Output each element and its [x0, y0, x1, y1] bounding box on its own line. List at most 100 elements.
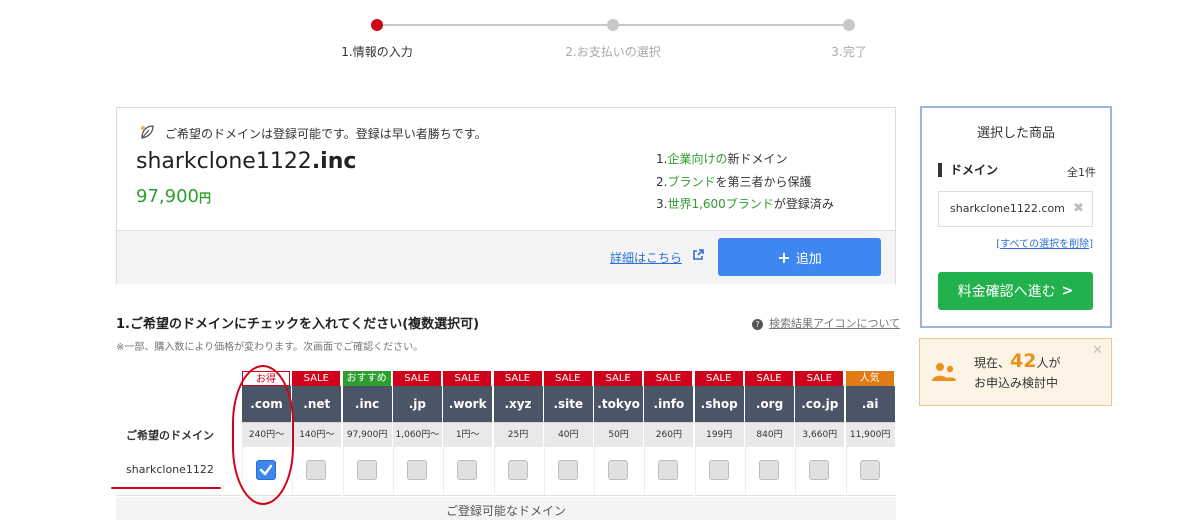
tld-price: 50円 — [594, 422, 644, 448]
feature-2: 2.ブランドを第三者から保護 — [656, 175, 812, 189]
tld-checkbox[interactable] — [708, 460, 729, 480]
availability-message: ご希望のドメインは登録可能です。登録は早い者勝ちです。 — [165, 127, 487, 141]
annotation-circle — [232, 365, 294, 505]
notice-text: お申込み検討中 — [974, 376, 1059, 390]
interest-notice: ✕ 現在、42人が お申込み検討中 — [919, 338, 1112, 406]
remove-item-icon[interactable]: ✖ — [1073, 201, 1084, 216]
tld-badge: SALE — [493, 371, 542, 386]
tld-checkbox[interactable] — [406, 460, 427, 480]
searched-domain: sharkclone1122.inc — [136, 149, 356, 174]
tld-badge: SALE — [392, 371, 441, 386]
tld-header: .net — [292, 386, 342, 422]
tld-badge: おすすめ — [342, 371, 391, 386]
tld-badge: SALE — [543, 371, 592, 386]
tld-header: .xyz — [493, 386, 543, 422]
cart-section-label: ドメイン — [938, 163, 998, 177]
tld-price: 97,900円 — [342, 422, 392, 448]
tld-checkbox[interactable] — [306, 460, 327, 480]
tld-header: .inc — [342, 386, 392, 422]
step-dot-1 — [371, 19, 383, 31]
tld-header: .tokyo — [594, 386, 644, 422]
tld-price: 11,900円 — [845, 422, 895, 448]
step-label-3: 3.完了 — [831, 45, 867, 59]
tld-checkbox[interactable] — [809, 460, 830, 480]
step-label-1: 1.情報の入力 — [341, 45, 413, 59]
tld-check-cell — [392, 447, 443, 496]
tld-checkbox[interactable] — [658, 460, 679, 480]
tld-price: 1,060円〜 — [392, 422, 442, 448]
tld-check-cell — [594, 447, 645, 496]
tld-check-cell — [795, 447, 846, 496]
tld-check-cell — [694, 447, 745, 496]
tld-header: .info — [644, 386, 694, 422]
icon-help-link[interactable]: ? 検索結果アイコンについて — [752, 315, 900, 331]
domain-result-card: ご希望のドメインは登録可能です。登録は早い者勝ちです。 sharkclone11… — [116, 107, 896, 284]
domain-tld: .inc — [311, 149, 357, 174]
help-link-label: 検索結果アイコンについて — [769, 317, 901, 330]
close-icon[interactable]: ✕ — [1092, 343, 1103, 358]
tld-check-cell — [342, 447, 393, 496]
tld-checkbox[interactable] — [859, 460, 880, 480]
tld-check-cell — [292, 447, 343, 496]
domain-price: 97,900円 — [136, 186, 211, 207]
row-header: ご希望のドメイン — [126, 429, 214, 442]
tld-checkbox[interactable] — [457, 460, 478, 480]
tld-header: .ai — [845, 386, 895, 422]
clear-selection-link[interactable]: [すべての選択を削除] — [996, 235, 1093, 250]
tld-price: 199円 — [694, 422, 744, 448]
tld-price: 840円 — [745, 422, 794, 448]
tld-header: .co.jp — [795, 386, 845, 422]
selected-items-panel: 選択した商品 ドメイン 全1件 sharkclone1122.com ✖ [すべ… — [920, 106, 1112, 328]
tld-check-cell — [543, 447, 594, 496]
tld-price: 3,660円 — [795, 422, 845, 448]
step-dot-3 — [843, 19, 855, 31]
tld-check-cell — [493, 447, 544, 496]
step-dot-2 — [607, 19, 619, 31]
selection-note: ※一部、購入数により価格が変わります。次画面でご確認ください。 — [116, 342, 424, 353]
external-link-icon[interactable] — [692, 249, 704, 261]
cart-item: sharkclone1122.com ✖ — [938, 191, 1093, 227]
tld-checkbox[interactable] — [759, 460, 779, 480]
tld-check-cell — [644, 447, 695, 496]
tld-checkbox[interactable] — [507, 460, 528, 480]
tld-price: 25円 — [493, 422, 543, 448]
clear-selection-label: すべての選択を削除 — [1000, 239, 1090, 250]
step-connector — [613, 24, 849, 26]
confirm-button-label: 料金確認へ進む — [957, 284, 1056, 300]
price-value: 97,900 — [136, 186, 199, 207]
cart-count: 全1件 — [1067, 166, 1096, 179]
step-connector — [377, 24, 613, 26]
cart-item-name: sharkclone1122.com — [950, 202, 1065, 215]
notice-count: 42 — [1010, 350, 1037, 372]
tld-header: .jp — [392, 386, 442, 422]
tld-badge: SALE — [443, 371, 492, 386]
notice-count-line: 現在、42人が — [974, 350, 1061, 372]
annotation-underline — [111, 487, 221, 489]
tld-badge: SALE — [594, 371, 643, 386]
question-icon: ? — [752, 318, 763, 330]
available-domains-heading: ご登録可能なドメイン — [445, 504, 566, 518]
tld-checkbox[interactable] — [557, 460, 578, 480]
tld-badge: SALE — [745, 371, 793, 386]
feature-1: 1.企業向けの新ドメイン — [656, 152, 788, 166]
add-button[interactable]: + 追加 — [718, 238, 881, 276]
feature-3: 3.世界1,600ブランドが登録済み — [656, 197, 834, 211]
leaf-icon — [141, 125, 154, 139]
row-domain-label: sharkclone1122 — [126, 463, 214, 476]
tld-check-cell — [745, 447, 795, 496]
tld-badge: SALE — [292, 371, 341, 386]
step-label-2: 2.お支払いの選択 — [565, 45, 661, 59]
confirm-price-button[interactable]: 料金確認へ進む > — [938, 272, 1093, 310]
domain-base: sharkclone1122 — [136, 149, 312, 174]
users-icon — [932, 363, 956, 381]
detail-link[interactable]: 詳細はこちら — [610, 249, 682, 266]
plus-icon: + — [777, 247, 791, 267]
tld-checkbox[interactable] — [608, 460, 629, 480]
tld-header: .site — [543, 386, 593, 422]
selection-title: 1.ご希望のドメインにチェックを入れてください(複数選択可) — [116, 317, 480, 332]
price-unit: 円 — [198, 191, 211, 205]
tld-header: .shop — [694, 386, 744, 422]
add-button-label: 追加 — [795, 251, 822, 267]
tld-price: 1円〜 — [443, 422, 493, 448]
tld-checkbox[interactable] — [356, 460, 377, 480]
